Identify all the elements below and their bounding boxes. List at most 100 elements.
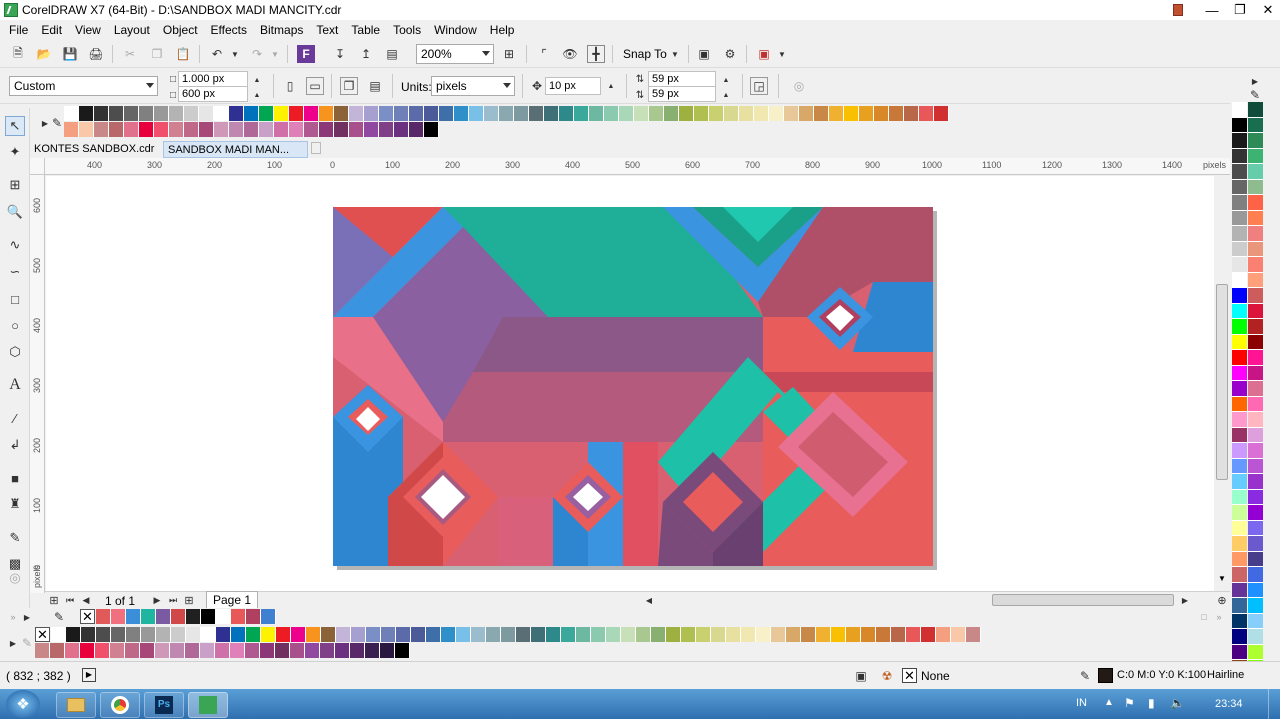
- color-swatch[interactable]: [291, 627, 306, 642]
- show-grid-icon[interactable]: 👁: [561, 45, 579, 63]
- eyedropper-tool-icon[interactable]: ✎: [5, 528, 25, 548]
- outline-color-swatch[interactable]: [1098, 668, 1113, 683]
- color-swatch[interactable]: [1232, 102, 1247, 118]
- color-swatch[interactable]: [1248, 582, 1263, 598]
- color-swatch[interactable]: [1248, 644, 1263, 660]
- color-swatch[interactable]: [64, 106, 79, 121]
- color-swatch[interactable]: [1232, 365, 1247, 381]
- full-screen-icon[interactable]: ⊞: [500, 45, 518, 63]
- color-swatch[interactable]: [471, 627, 486, 642]
- color-swatch[interactable]: [424, 122, 439, 137]
- color-swatch[interactable]: [65, 643, 80, 658]
- color-swatch[interactable]: [79, 106, 94, 121]
- color-swatch[interactable]: [769, 106, 784, 121]
- color-swatch[interactable]: [741, 627, 756, 642]
- color-swatch[interactable]: [1248, 272, 1263, 288]
- bottom-no-color-swatch[interactable]: ✕: [35, 627, 50, 642]
- color-swatch[interactable]: [409, 122, 424, 137]
- color-swatch[interactable]: [1232, 629, 1247, 645]
- color-swatch[interactable]: [139, 122, 154, 137]
- color-swatch[interactable]: [516, 627, 531, 642]
- color-swatch[interactable]: [679, 106, 694, 121]
- search-content-icon[interactable]: F: [297, 45, 315, 63]
- color-swatch[interactable]: [1232, 334, 1247, 350]
- new-tab-icon[interactable]: [311, 142, 321, 154]
- color-swatch[interactable]: [350, 643, 365, 658]
- color-swatch[interactable]: [424, 106, 439, 121]
- shape-tool-icon[interactable]: ✦: [5, 142, 25, 162]
- color-swatch[interactable]: [829, 106, 844, 121]
- color-swatch[interactable]: [201, 627, 216, 642]
- undo-dropdown-chevron-down-icon[interactable]: ▼: [226, 45, 244, 63]
- color-swatch[interactable]: [214, 106, 229, 121]
- color-swatch[interactable]: [1248, 210, 1263, 226]
- color-swatch[interactable]: [1232, 210, 1247, 226]
- color-swatch[interactable]: [170, 643, 185, 658]
- color-swatch[interactable]: [1248, 195, 1263, 211]
- color-swatch[interactable]: [754, 106, 769, 121]
- copy-icon[interactable]: ❐: [148, 45, 166, 63]
- color-swatch[interactable]: [126, 609, 141, 624]
- color-swatch[interactable]: [1232, 458, 1247, 474]
- color-swatch[interactable]: [289, 106, 304, 121]
- color-swatch[interactable]: [439, 106, 454, 121]
- ruler-origin-icon[interactable]: [30, 158, 45, 175]
- color-swatch[interactable]: [51, 627, 66, 642]
- color-swatch[interactable]: [395, 643, 410, 658]
- color-swatch[interactable]: [156, 609, 171, 624]
- doc-palette-scroll-icon[interactable]: ▶: [18, 608, 36, 626]
- welcome-screen-icon[interactable]: ▣: [695, 45, 713, 63]
- color-swatch[interactable]: [335, 643, 350, 658]
- color-swatch[interactable]: [409, 106, 424, 121]
- color-swatch[interactable]: [529, 106, 544, 121]
- nudge-field[interactable]: 10 px: [545, 77, 601, 95]
- color-swatch[interactable]: [1248, 334, 1263, 350]
- color-swatch[interactable]: [1248, 164, 1263, 180]
- landscape-icon[interactable]: ▭: [306, 77, 324, 95]
- color-swatch[interactable]: [411, 627, 426, 642]
- color-swatch[interactable]: [591, 627, 606, 642]
- color-swatch[interactable]: [651, 627, 666, 642]
- input-language[interactable]: IN: [1076, 697, 1087, 709]
- color-swatch[interactable]: [381, 627, 396, 642]
- color-swatch[interactable]: [784, 106, 799, 121]
- color-swatch[interactable]: [1248, 226, 1263, 242]
- color-swatch[interactable]: [94, 122, 109, 137]
- color-swatch[interactable]: [276, 627, 291, 642]
- redo-dropdown-chevron-down-icon[interactable]: ▼: [266, 45, 284, 63]
- color-swatch[interactable]: [816, 627, 831, 642]
- color-swatch[interactable]: [1232, 117, 1247, 133]
- color-swatch[interactable]: [199, 122, 214, 137]
- color-swatch[interactable]: [756, 627, 771, 642]
- color-swatch[interactable]: [861, 627, 876, 642]
- color-swatch[interactable]: [96, 609, 111, 624]
- color-swatch[interactable]: [859, 106, 874, 121]
- color-swatch[interactable]: [156, 627, 171, 642]
- color-swatch[interactable]: [1232, 582, 1247, 598]
- color-swatch[interactable]: [171, 627, 186, 642]
- color-swatch[interactable]: [514, 106, 529, 121]
- color-swatch[interactable]: [231, 627, 246, 642]
- color-swatch[interactable]: [1232, 520, 1247, 536]
- snap-to-button[interactable]: Snap To: [623, 47, 667, 61]
- color-swatch[interactable]: [154, 122, 169, 137]
- color-swatch[interactable]: [111, 627, 126, 642]
- color-swatch[interactable]: [141, 627, 156, 642]
- color-swatch[interactable]: [1248, 117, 1263, 133]
- color-swatch[interactable]: [1232, 257, 1247, 273]
- color-swatch[interactable]: [231, 609, 246, 624]
- color-swatch[interactable]: [621, 627, 636, 642]
- color-swatch[interactable]: [1232, 179, 1247, 195]
- new-document-icon[interactable]: 🗎: [9, 45, 27, 63]
- color-swatch[interactable]: [274, 122, 289, 137]
- open-folder-icon[interactable]: 📂: [35, 45, 53, 63]
- color-swatch[interactable]: [81, 627, 96, 642]
- color-swatch[interactable]: [141, 609, 156, 624]
- color-swatch[interactable]: [936, 627, 951, 642]
- volume-icon[interactable]: 🔈: [1170, 696, 1185, 710]
- menu-view[interactable]: View: [70, 23, 109, 37]
- tab-kontes-sandbox[interactable]: KONTES SANDBOX.cdr: [30, 141, 159, 158]
- color-swatch[interactable]: [786, 627, 801, 642]
- network-signal-icon[interactable]: ▮: [1148, 696, 1155, 710]
- color-swatch[interactable]: [1248, 536, 1263, 552]
